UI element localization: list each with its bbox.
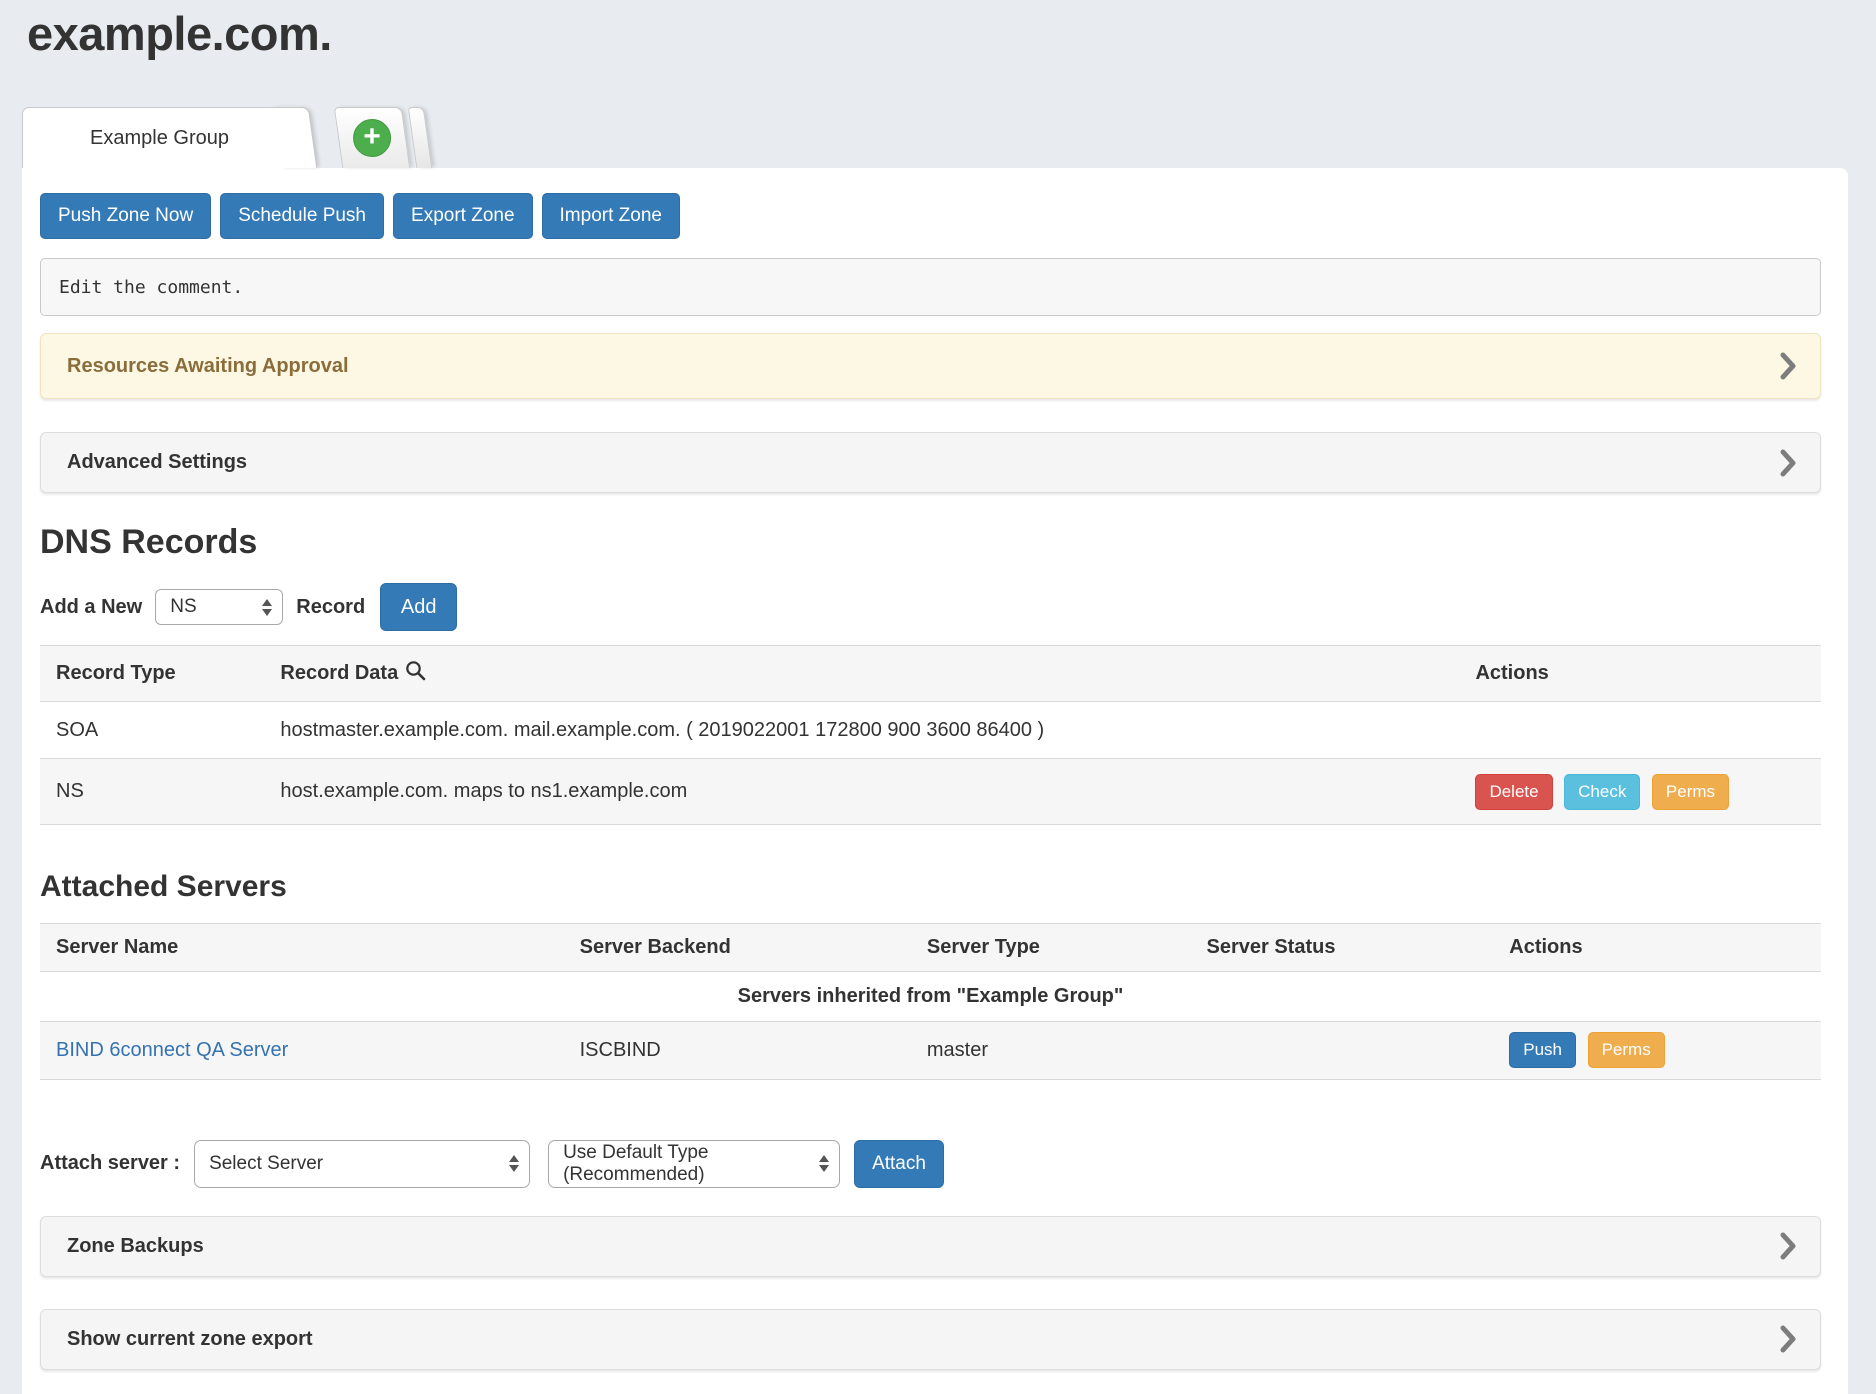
attach-server-select-value: Select Server [209, 1153, 323, 1175]
col-actions: Actions [1459, 646, 1821, 702]
server-table-header-row: Server Name Server Backend Server Type S… [40, 923, 1821, 971]
attach-server-select[interactable]: Select Server [194, 1140, 530, 1188]
accordion-resources-awaiting-approval[interactable]: Resources Awaiting Approval [40, 333, 1821, 399]
page-title: example.com. [27, 6, 332, 61]
add-record-suffix-label: Record [296, 596, 365, 619]
export-zone-button[interactable]: Export Zone [393, 193, 533, 239]
record-type-select[interactable]: NS [155, 589, 283, 625]
record-data-cell: hostmaster.example.com. mail.example.com… [264, 702, 1459, 759]
col-server-actions: Actions [1493, 923, 1821, 971]
dns-record-row-soa: SOA hostmaster.example.com. mail.example… [40, 702, 1821, 759]
select-arrows-icon [819, 1155, 829, 1172]
add-record-button[interactable]: Add [380, 583, 457, 631]
attach-type-select-value: Use Default Type (Recommended) [563, 1142, 811, 1186]
col-server-backend: Server Backend [564, 923, 911, 971]
servers-inherited-label: Servers inherited from "Example Group" [40, 971, 1821, 1021]
col-record-data-label: Record Data [280, 662, 398, 685]
col-server-status: Server Status [1191, 923, 1494, 971]
zone-toolbar: Push Zone Now Schedule Push Export Zone … [40, 193, 1821, 239]
attach-type-select[interactable]: Use Default Type (Recommended) [548, 1140, 840, 1188]
server-name-cell: BIND 6connect QA Server [40, 1021, 564, 1079]
tab-edge-decoration [408, 107, 433, 168]
search-icon[interactable] [405, 660, 426, 687]
push-server-button[interactable]: Push [1509, 1032, 1576, 1068]
accordion-zone-backups[interactable]: Zone Backups [40, 1216, 1821, 1277]
servers-inherited-row: Servers inherited from "Example Group" [40, 971, 1821, 1021]
attached-servers-heading: Attached Servers [40, 870, 1821, 905]
dns-record-row-ns: NS host.example.com. maps to ns1.example… [40, 759, 1821, 825]
plus-icon: + [353, 119, 391, 157]
chevron-right-icon [1780, 352, 1796, 380]
accordion-show-zone-export[interactable]: Show current zone export [40, 1309, 1821, 1370]
server-backend-cell: ISCBIND [564, 1021, 911, 1079]
attach-server-label: Attach server : [40, 1152, 180, 1175]
server-actions-cell: Push Perms [1493, 1021, 1821, 1079]
dns-records-table: Record Type Record Data Actions SOA [40, 645, 1821, 825]
dns-zone-page: example.com. Example Group + Push Zone N… [0, 0, 1876, 1394]
chevron-right-icon [1780, 449, 1796, 477]
check-record-button[interactable]: Check [1564, 774, 1640, 810]
zone-content-panel: Push Zone Now Schedule Push Export Zone … [22, 168, 1848, 1394]
record-type-select-value: NS [170, 596, 196, 618]
record-data-cell: host.example.com. maps to ns1.example.co… [264, 759, 1459, 825]
select-arrows-icon [509, 1155, 519, 1172]
record-actions-cell [1459, 702, 1821, 759]
zone-comment-input[interactable]: Edit the comment. [40, 258, 1821, 316]
col-server-name: Server Name [40, 923, 564, 971]
add-record-row: Add a New NS Record Add [40, 583, 1821, 631]
accordion-backups-label: Zone Backups [67, 1235, 204, 1258]
chevron-right-icon [1780, 1232, 1796, 1260]
record-type-cell: SOA [40, 702, 264, 759]
attached-servers-table: Server Name Server Backend Server Type S… [40, 923, 1821, 1080]
zone-comment-text: Edit the comment. [59, 277, 243, 298]
server-name-link[interactable]: BIND 6connect QA Server [56, 1039, 288, 1061]
add-record-prefix-label: Add a New [40, 596, 142, 619]
chevron-right-icon [1780, 1325, 1796, 1353]
tab-example-group-label: Example Group [90, 127, 229, 150]
push-zone-now-button[interactable]: Push Zone Now [40, 193, 211, 239]
accordion-approval-label: Resources Awaiting Approval [67, 355, 349, 378]
accordion-advanced-settings[interactable]: Advanced Settings [40, 432, 1821, 493]
select-arrows-icon [262, 599, 272, 616]
attach-button[interactable]: Attach [854, 1140, 944, 1188]
accordion-advanced-label: Advanced Settings [67, 451, 247, 474]
col-server-type: Server Type [911, 923, 1191, 971]
record-type-cell: NS [40, 759, 264, 825]
attach-server-row: Attach server : Select Server Use Defaul… [40, 1140, 1821, 1188]
server-status-cell [1191, 1021, 1494, 1079]
import-zone-button[interactable]: Import Zone [542, 193, 680, 239]
delete-record-button[interactable]: Delete [1475, 774, 1552, 810]
schedule-push-button[interactable]: Schedule Push [220, 193, 384, 239]
col-record-data: Record Data [264, 646, 1459, 702]
perms-record-button[interactable]: Perms [1652, 774, 1729, 810]
accordion-export-label: Show current zone export [67, 1328, 313, 1351]
col-record-type: Record Type [40, 646, 264, 702]
tab-example-group[interactable]: Example Group [22, 107, 296, 168]
server-type-cell: master [911, 1021, 1191, 1079]
server-row: BIND 6connect QA Server ISCBIND master P… [40, 1021, 1821, 1079]
perms-server-button[interactable]: Perms [1588, 1032, 1665, 1068]
dns-records-heading: DNS Records [40, 523, 1821, 561]
record-actions-cell: Delete Check Perms [1459, 759, 1821, 825]
dns-table-header-row: Record Type Record Data Actions [40, 646, 1821, 702]
add-group-tab-button[interactable]: + [334, 107, 411, 168]
